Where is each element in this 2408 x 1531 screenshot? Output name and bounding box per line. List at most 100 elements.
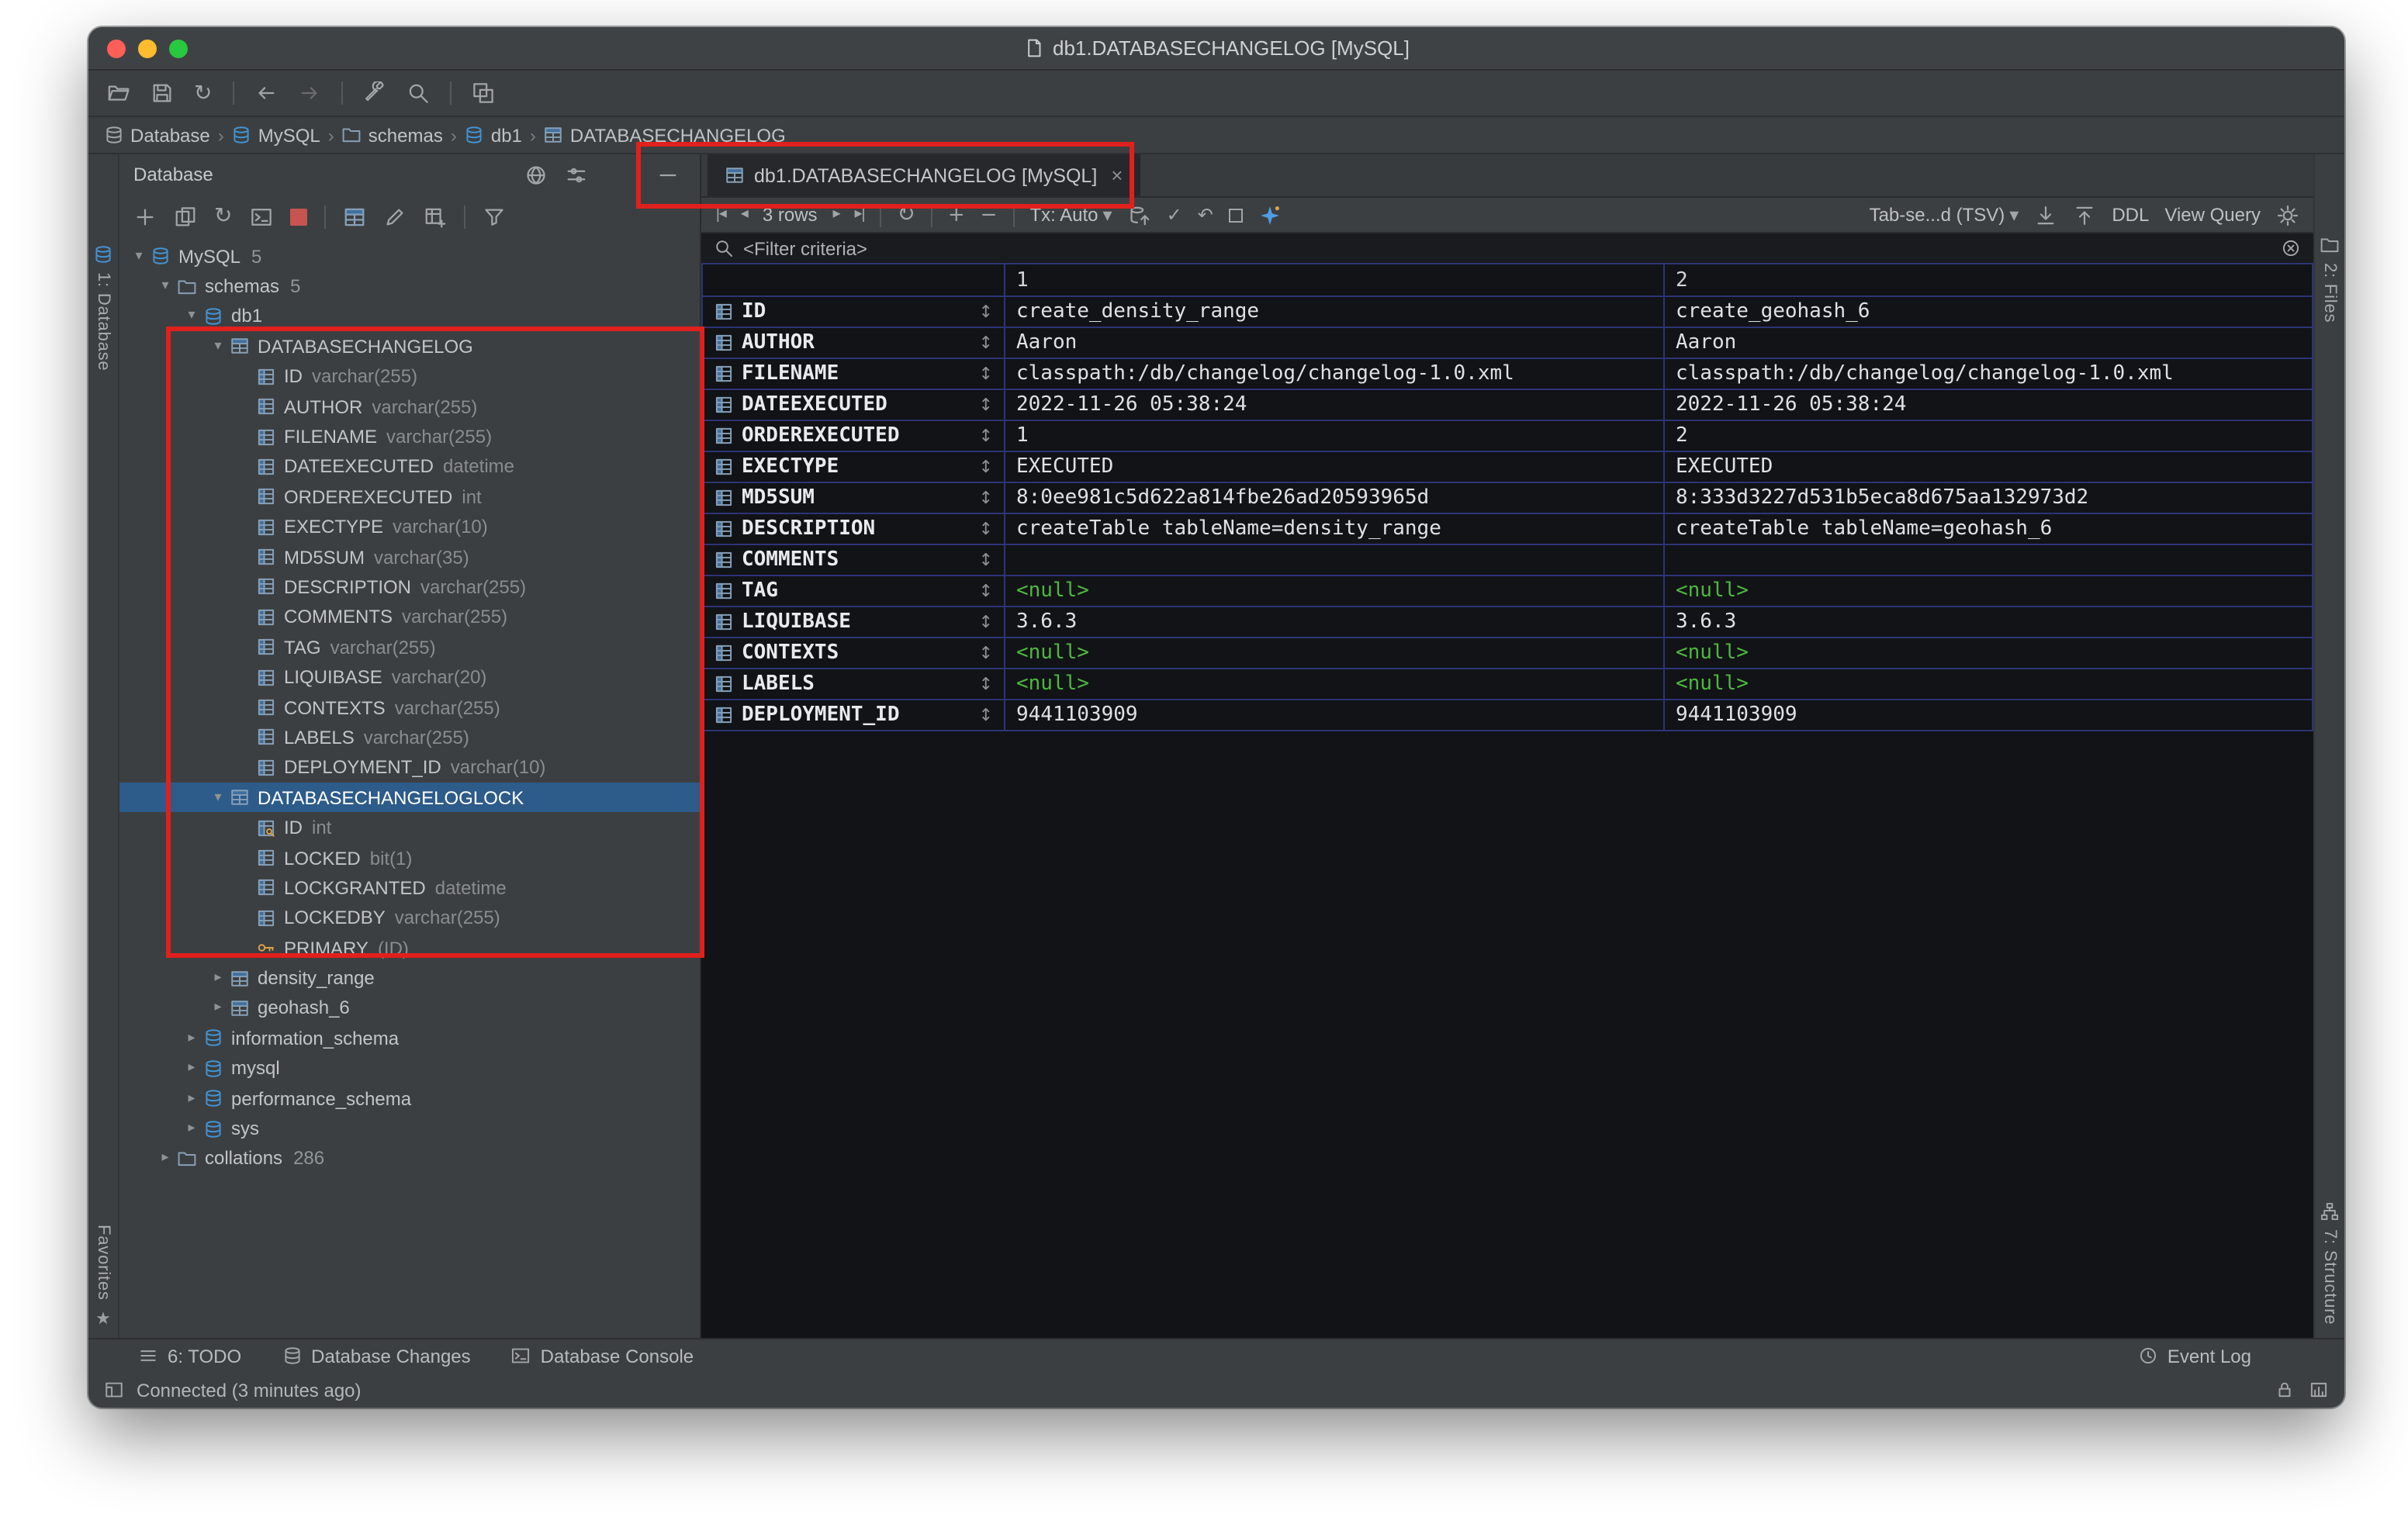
tree-node-schemas[interactable]: ▾schemas5 [119, 271, 700, 302]
tree-node-databasechangelog[interactable]: ▾DATABASECHANGELOG [119, 331, 700, 361]
chevron-collapsed-icon[interactable]: ▸ [182, 1060, 202, 1076]
tree-node-contexts[interactable]: CONTEXTSvarchar(255) [119, 693, 700, 723]
chevron-collapsed-icon[interactable]: ▸ [182, 1031, 202, 1046]
ddl-button[interactable]: DDL [2112, 204, 2149, 226]
refresh-icon[interactable]: ↻ [214, 206, 232, 227]
grid-cell-orderexecuted-1[interactable]: 1 [1005, 421, 1665, 452]
reload-page-icon[interactable]: ↻ [897, 204, 915, 226]
edit-source-icon[interactable] [382, 205, 406, 228]
grid-cell-tag-1[interactable]: <null> [1005, 576, 1665, 607]
grid-cell-liquibase-2[interactable]: 3.6.3 [1665, 607, 2313, 638]
chevron-collapsed-icon[interactable]: ▸ [182, 1090, 202, 1106]
pause-icon[interactable] [1229, 208, 1243, 222]
tree-node-tag[interactable]: TAGvarchar(255) [119, 632, 700, 662]
grid-row-header-id[interactable]: ID↕ [703, 297, 1005, 328]
tree-node-lockgranted[interactable]: LOCKGRANTEDdatetime [119, 873, 700, 903]
grid-row-header-comments[interactable]: COMMENTS↕ [703, 545, 1005, 576]
export-format-select[interactable]: Tab-se...d (TSV) ▾ [1870, 204, 2019, 226]
sort-icon[interactable]: ↕ [979, 705, 993, 725]
grid-cell-description-2[interactable]: createTable tableName=geohash_6 [1665, 514, 2313, 545]
globe-icon[interactable] [524, 163, 548, 186]
sort-icon[interactable]: ↕ [979, 395, 993, 415]
grid-row-header-exectype[interactable]: EXECTYPE↕ [703, 452, 1005, 483]
grid-row-header-labels[interactable]: LABELS↕ [703, 669, 1005, 700]
save-icon[interactable] [150, 81, 174, 105]
grid-row-header-deployment_id[interactable]: DEPLOYMENT_ID↕ [703, 700, 1005, 731]
tree-node-primary[interactable]: PRIMARY(ID) [119, 933, 700, 963]
minimize-window-button[interactable] [138, 40, 157, 58]
grid-cell-liquibase-1[interactable]: 3.6.3 [1005, 607, 1665, 638]
toolwindow-toggle-icon[interactable] [104, 1380, 124, 1400]
open-editor-icon[interactable] [342, 205, 365, 228]
grid-row-header-tag[interactable]: TAG↕ [703, 576, 1005, 607]
chevron-collapsed-icon[interactable]: ▸ [208, 1001, 228, 1016]
breadcrumb-db1[interactable]: db1 [465, 124, 522, 146]
chevron-expanded-icon[interactable]: ▾ [155, 278, 175, 294]
sort-icon[interactable]: ↕ [979, 364, 993, 384]
hide-panel-icon[interactable] [656, 163, 680, 186]
tree-node-filename[interactable]: FILENAMEvarchar(255) [119, 422, 700, 452]
sort-icon[interactable]: ↕ [979, 426, 993, 446]
sort-icon[interactable]: ↕ [979, 643, 993, 663]
new-table-icon[interactable] [423, 205, 446, 228]
todo-tab[interactable]: 6: TODO [138, 1345, 241, 1367]
close-window-button[interactable] [107, 40, 126, 58]
lock-icon[interactable] [2275, 1380, 2295, 1400]
grid-cell-deployment_id-2[interactable]: 9441103909 [1665, 700, 2313, 731]
grid-cell-md5sum-1[interactable]: 8:0ee981c5d622a814fbe26ad20593965d [1005, 483, 1665, 514]
grid-cell-labels-2[interactable]: <null> [1665, 669, 2313, 700]
tree-node-labels[interactable]: LABELSvarchar(255) [119, 723, 700, 753]
grid-cell-contexts-1[interactable]: <null> [1005, 638, 1665, 669]
chevron-expanded-icon[interactable]: ▾ [208, 790, 228, 805]
grid-cell-labels-1[interactable]: <null> [1005, 669, 1665, 700]
export-data-icon[interactable] [2073, 203, 2096, 226]
sort-icon[interactable]: ↕ [979, 333, 993, 353]
tree-node-collations[interactable]: ▸collations286 [119, 1143, 700, 1173]
tree-node-performance-schema[interactable]: ▸performance_schema [119, 1083, 700, 1114]
chevron-collapsed-icon[interactable]: ▸ [155, 1151, 175, 1166]
grid-row-header-dateexecuted[interactable]: DATEEXECUTED↕ [703, 390, 1005, 421]
grid-cell-filename-2[interactable]: classpath:/db/changelog/changelog-1.0.xm… [1665, 359, 2313, 390]
grid-cell-id-1[interactable]: create_density_range [1005, 297, 1665, 328]
tree-node-liquibase[interactable]: LIQUIBASEvarchar(20) [119, 662, 700, 693]
submit-icon[interactable] [1128, 203, 1151, 226]
grid-row-header-contexts[interactable]: CONTEXTS↕ [703, 638, 1005, 669]
tree-node-dateexecuted[interactable]: DATEEXECUTEDdatetime [119, 451, 700, 482]
grid-col-header-1[interactable]: 1 [1005, 264, 1665, 297]
sort-icon[interactable]: ↕ [979, 488, 993, 508]
tab-close-icon[interactable]: × [1111, 164, 1123, 187]
grid-cell-deployment_id-1[interactable]: 9441103909 [1005, 700, 1665, 731]
grid-col-header-2[interactable]: 2 [1665, 264, 2313, 297]
jump-to-console-icon[interactable] [249, 205, 272, 228]
filter-icon[interactable] [482, 205, 505, 228]
tree-node-sys[interactable]: ▸sys [119, 1114, 700, 1144]
last-page-icon[interactable]: ▸| [855, 207, 865, 223]
memory-indicator-icon[interactable] [2309, 1380, 2329, 1400]
import-data-icon[interactable] [2034, 203, 2057, 226]
database-changes-tab[interactable]: Database Changes [282, 1345, 471, 1367]
modify-icon[interactable] [1258, 203, 1282, 226]
next-page-icon[interactable]: ▸ [833, 207, 839, 223]
sort-icon[interactable]: ↕ [979, 519, 993, 539]
tree-node-locked[interactable]: LOCKEDbit(1) [119, 843, 700, 873]
tree-node-description[interactable]: DESCRIPTIONvarchar(255) [119, 572, 700, 603]
zoom-window-button[interactable] [169, 40, 188, 58]
tool-stripe-favorites[interactable]: Favorites ★ [88, 1225, 118, 1329]
grid-cell-comments-1[interactable] [1005, 545, 1665, 576]
search-icon[interactable] [406, 81, 429, 105]
grid-cell-md5sum-2[interactable]: 8:333d3227d531b5eca8d675aa132973d2 [1665, 483, 2313, 514]
grid-cell-exectype-1[interactable]: EXECUTED [1005, 452, 1665, 483]
sort-icon[interactable]: ↕ [979, 581, 993, 601]
sort-icon[interactable]: ↕ [979, 612, 993, 632]
grid-row-header-author[interactable]: AUTHOR↕ [703, 328, 1005, 359]
breadcrumb-table[interactable]: DATABASECHANGELOG [544, 124, 786, 146]
add-datasource-icon[interactable] [133, 205, 157, 228]
settings-sync-icon[interactable] [471, 81, 494, 105]
sort-icon[interactable]: ↕ [979, 302, 993, 322]
stop-icon[interactable] [289, 208, 306, 225]
grid-row-header-orderexecuted[interactable]: ORDEREXECUTED↕ [703, 421, 1005, 452]
duplicate-icon[interactable] [174, 205, 197, 228]
grid-cell-dateexecuted-1[interactable]: 2022-11-26 05:38:24 [1005, 390, 1665, 421]
event-log-button[interactable]: Event Log [2138, 1345, 2251, 1367]
sort-icon[interactable]: ↕ [979, 550, 993, 570]
